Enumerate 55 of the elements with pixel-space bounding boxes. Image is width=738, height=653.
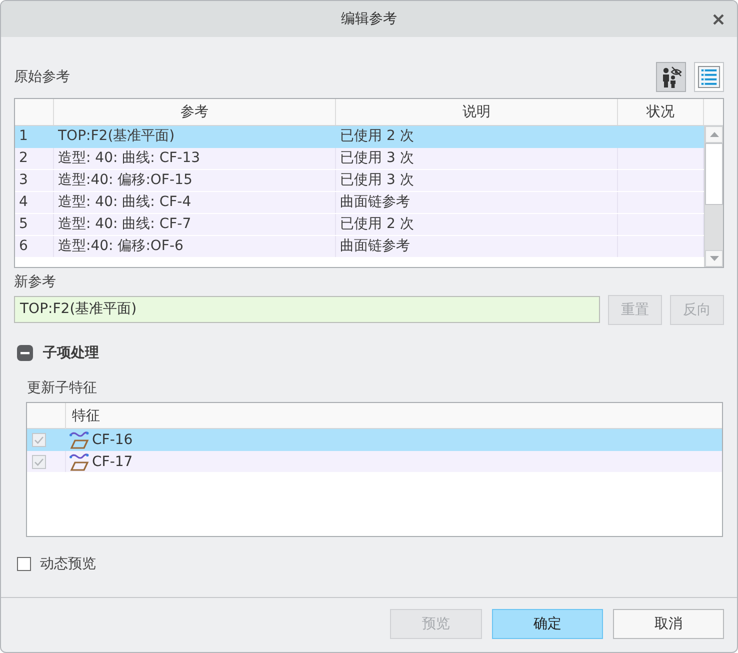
curve-on-plane-icon <box>69 452 89 470</box>
curve-on-plane-icon <box>69 430 89 448</box>
table-cell: 已使用 3 次 <box>336 148 618 169</box>
table-cell: 曲面链参考 <box>336 192 618 213</box>
people-eye-slash-icon <box>660 66 682 88</box>
scroll-down-button[interactable] <box>705 250 723 267</box>
column-header: 参考 <box>54 99 336 125</box>
row-number: 3 <box>15 170 54 191</box>
column-header: 状况 <box>618 99 704 125</box>
collapse-icon[interactable] <box>17 345 33 361</box>
table-cell: 造型:40: 偏移:OF-15 <box>54 170 336 191</box>
table-cell: 造型: 40: 曲线: CF-4 <box>54 192 336 213</box>
table-cell: 造型:40: 偏移:OF-6 <box>54 236 336 257</box>
checkbox-label: 动态预览 <box>40 556 96 572</box>
table-row[interactable]: 6 造型:40: 偏移:OF-6 曲面链参考 <box>15 236 704 258</box>
column-header: 特征 <box>71 407 101 426</box>
column-header: 说明 <box>336 99 618 125</box>
section-label: 更新子特征 <box>26 380 98 396</box>
section-label: 原始参考 <box>14 68 71 86</box>
row-number: 5 <box>15 214 54 235</box>
table-cell: 已使用 2 次 <box>336 214 618 235</box>
scrollbar-thumb[interactable] <box>705 143 723 205</box>
row-number: 4 <box>15 192 54 213</box>
close-icon <box>713 14 724 24</box>
table-cell: 造型: 40: 曲线: CF-13 <box>54 148 336 169</box>
table-row[interactable]: 5 造型: 40: 曲线: CF-7 已使用 2 次 <box>15 214 704 236</box>
table-cell: 造型: 40: 曲线: CF-7 <box>54 214 336 235</box>
dialog-title: 编辑参考 <box>341 10 397 28</box>
table-cell: 已使用 3 次 <box>336 170 618 191</box>
scroll-up-button[interactable] <box>705 126 723 143</box>
table-row[interactable]: 2 造型: 40: 曲线: CF-13 已使用 3 次 <box>15 148 704 170</box>
table-row[interactable]: 3 造型:40: 偏移:OF-15 已使用 3 次 <box>15 170 704 192</box>
triangle-up-icon <box>710 132 718 137</box>
scrollbar[interactable] <box>704 126 723 267</box>
table-row[interactable]: 4 造型: 40: 曲线: CF-4 曲面链参考 <box>15 192 704 214</box>
table-cell: TOP:F2(基准平面) <box>54 126 336 147</box>
checkbox[interactable] <box>17 557 31 571</box>
feature-name: CF-17 <box>92 452 133 472</box>
row-number: 1 <box>15 126 54 147</box>
field-label: 新参考 <box>14 274 57 290</box>
ok-button[interactable]: 确定 <box>492 609 603 639</box>
table-cell: 已使用 2 次 <box>336 126 618 147</box>
section-title: 子项处理 <box>43 345 99 361</box>
feature-name: CF-16 <box>92 430 133 450</box>
row-number: 6 <box>15 236 54 257</box>
text-field[interactable]: TOP:F2(基准平面) <box>14 296 600 323</box>
table-row[interactable]: 1 TOP:F2(基准平面) 已使用 2 次 <box>15 126 704 148</box>
table-cell: 曲面链参考 <box>336 236 618 257</box>
list-view-button[interactable] <box>694 62 724 92</box>
list-icon <box>698 66 720 88</box>
visibility-button[interactable] <box>656 62 686 92</box>
row-number: 2 <box>15 148 54 169</box>
cancel-button[interactable]: 取消 <box>613 609 724 639</box>
triangle-down-icon <box>710 256 718 261</box>
close-button[interactable] <box>713 14 724 24</box>
